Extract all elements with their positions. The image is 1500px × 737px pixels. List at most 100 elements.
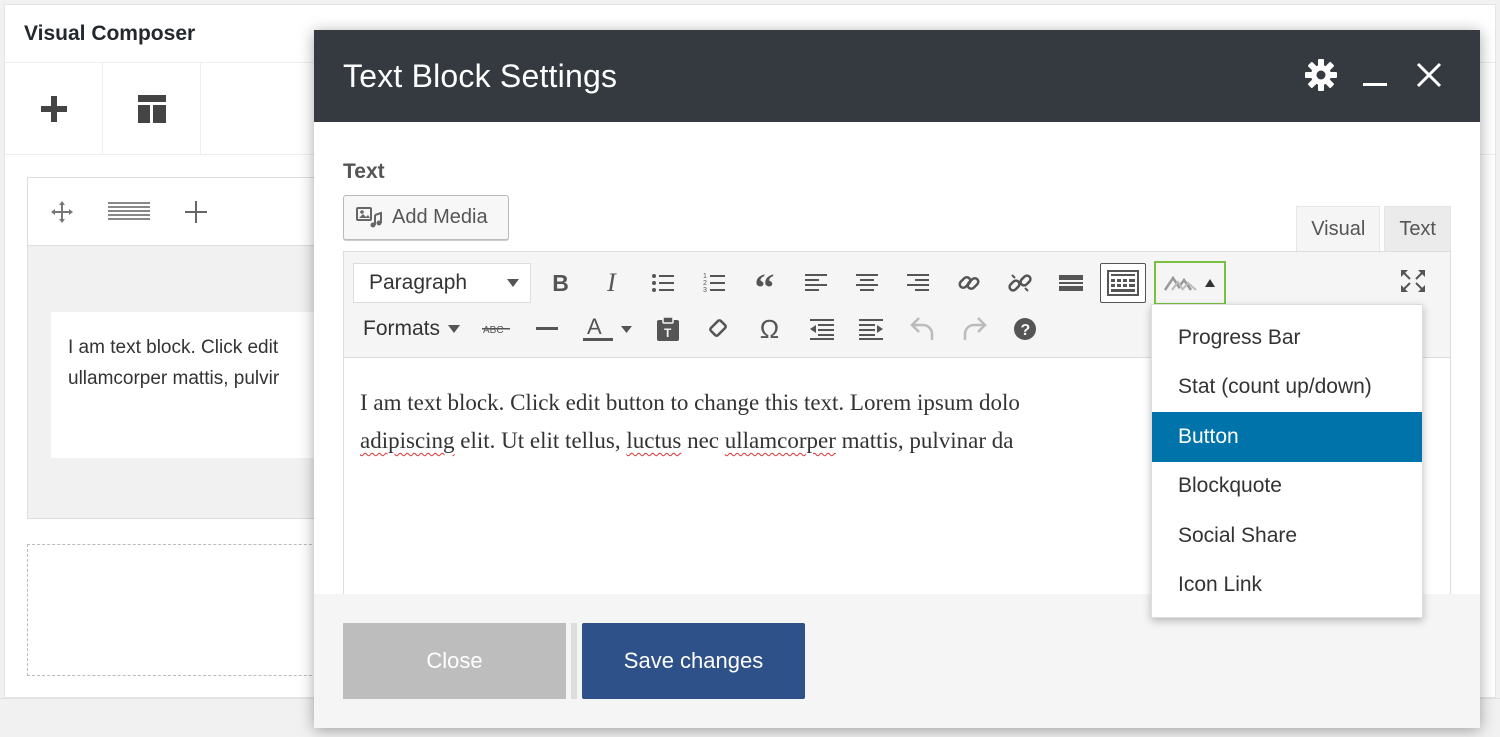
menu-item-social-share[interactable]: Social Share [1152, 511, 1422, 561]
align-right-button[interactable] [892, 263, 943, 303]
indent-icon [858, 318, 885, 340]
read-more-icon [1058, 273, 1083, 293]
add-media-label: Add Media [392, 206, 488, 228]
add-media-button[interactable]: Add Media [343, 195, 509, 240]
save-changes-button[interactable]: Save changes [582, 623, 805, 699]
strikethrough-button[interactable]: ABC [470, 309, 521, 349]
close-modal-button[interactable] [1412, 58, 1446, 92]
eraser-icon [707, 317, 731, 341]
keyboard-icon [1107, 270, 1139, 296]
remove-link-button[interactable] [994, 263, 1045, 303]
block-format-select[interactable]: Paragraph [353, 263, 531, 303]
formats-dropdown[interactable]: Formats [353, 309, 470, 349]
fullscreen-button[interactable] [1387, 261, 1438, 301]
outdent-icon [808, 318, 834, 340]
undo-button[interactable] [897, 309, 948, 349]
read-more-button[interactable] [1045, 263, 1096, 303]
row-controls [28, 178, 336, 246]
align-center-button[interactable] [841, 263, 892, 303]
svg-text:1: 1 [703, 273, 707, 280]
footer-divider [571, 623, 577, 699]
composer-row: I am text block. Click edit ullamcorper … [27, 177, 341, 519]
svg-text:T: T [664, 326, 672, 340]
block-format-value: Paragraph [369, 271, 468, 294]
bold-icon: B [552, 269, 569, 296]
omega-icon: Ω [759, 313, 780, 344]
svg-text:2: 2 [703, 280, 707, 287]
shortcode-dropdown-menu: Progress Bar Stat (count up/down) Button… [1151, 304, 1423, 618]
toolbar-toggle-button[interactable] [1100, 263, 1146, 303]
link-icon [956, 270, 982, 296]
misspelled-word: ullamcorper [724, 428, 836, 453]
fullscreen-icon [1400, 269, 1426, 293]
template-layout-icon [137, 94, 167, 124]
minimize-button[interactable] [1358, 58, 1392, 92]
content-text: elit. Ut elit tellus, [454, 428, 627, 453]
settings-button[interactable] [1304, 58, 1338, 92]
redo-icon [961, 316, 987, 342]
add-column-icon[interactable] [184, 200, 208, 224]
insert-link-button[interactable] [943, 263, 994, 303]
tab-visual[interactable]: Visual [1296, 206, 1381, 251]
svg-text:ABC: ABC [483, 325, 504, 336]
redo-button[interactable] [948, 309, 999, 349]
formats-label: Formats [363, 317, 441, 340]
indent-button[interactable] [846, 309, 897, 349]
close-icon [1416, 62, 1442, 88]
outdent-button[interactable] [795, 309, 846, 349]
close-button[interactable]: Close [343, 623, 566, 699]
horizontal-line-button[interactable] [521, 309, 572, 349]
minimize-icon [1362, 62, 1388, 88]
shortcode-menu-button[interactable] [1154, 261, 1226, 305]
italic-icon: I [607, 268, 616, 297]
text-block-element[interactable]: I am text block. Click edit ullamcorper … [51, 312, 341, 458]
templates-button[interactable] [103, 63, 201, 155]
italic-button[interactable]: I [586, 263, 637, 303]
misspelled-word: adipiscing [360, 428, 455, 453]
element-text-line: ullamcorper mattis, pulvir [68, 368, 280, 389]
modal-header: Text Block Settings [314, 30, 1480, 122]
menu-item-button[interactable]: Button [1152, 412, 1422, 462]
quote-icon: “ [754, 265, 775, 310]
text-color-button[interactable]: A [572, 309, 642, 349]
special-character-button[interactable]: Ω [744, 309, 795, 349]
menu-item-blockquote[interactable]: Blockquote [1152, 462, 1422, 512]
bullet-list-button[interactable] [637, 263, 688, 303]
align-left-icon [804, 273, 827, 293]
horizontal-line-icon [535, 327, 558, 331]
text-field-label: Text [343, 160, 385, 183]
content-text: nec [681, 428, 725, 453]
content-text: mattis, pulvinar da [835, 428, 1014, 453]
align-left-button[interactable] [790, 263, 841, 303]
unlink-icon [1007, 270, 1033, 296]
bullet-list-icon [651, 273, 674, 293]
svg-text:A: A [587, 316, 602, 339]
help-button[interactable]: ? [999, 309, 1050, 349]
misspelled-word: luctus [626, 428, 682, 453]
caret-up-icon [1204, 278, 1216, 288]
row-layout-icon[interactable] [108, 201, 150, 222]
svg-text:3: 3 [703, 287, 707, 294]
align-center-icon [855, 273, 878, 293]
move-icon[interactable] [50, 200, 74, 224]
bold-button[interactable]: B [535, 263, 586, 303]
align-right-icon [906, 273, 929, 293]
dropdown-caret-icon [448, 324, 461, 334]
modal-controls [1304, 58, 1446, 92]
tab-text[interactable]: Text [1384, 206, 1451, 251]
clipboard-icon: T [656, 316, 680, 342]
menu-item-stat[interactable]: Stat (count up/down) [1152, 363, 1422, 413]
clear-formatting-button[interactable] [693, 309, 744, 349]
numbered-list-icon: 123 [703, 272, 725, 294]
text-color-icon: A [581, 316, 633, 342]
empty-row-placeholder[interactable] [27, 544, 337, 676]
dropdown-caret-icon [506, 278, 520, 288]
blockquote-button[interactable]: “ [739, 263, 790, 310]
menu-item-progress-bar[interactable]: Progress Bar [1152, 313, 1422, 363]
menu-item-icon-link[interactable]: Icon Link [1152, 561, 1422, 611]
svg-text:?: ? [1020, 322, 1030, 339]
paste-text-button[interactable]: T [642, 309, 693, 349]
element-text-line: I am text block. Click edit [68, 337, 279, 358]
numbered-list-button[interactable]: 123 [688, 263, 739, 303]
add-element-button[interactable] [5, 63, 103, 155]
